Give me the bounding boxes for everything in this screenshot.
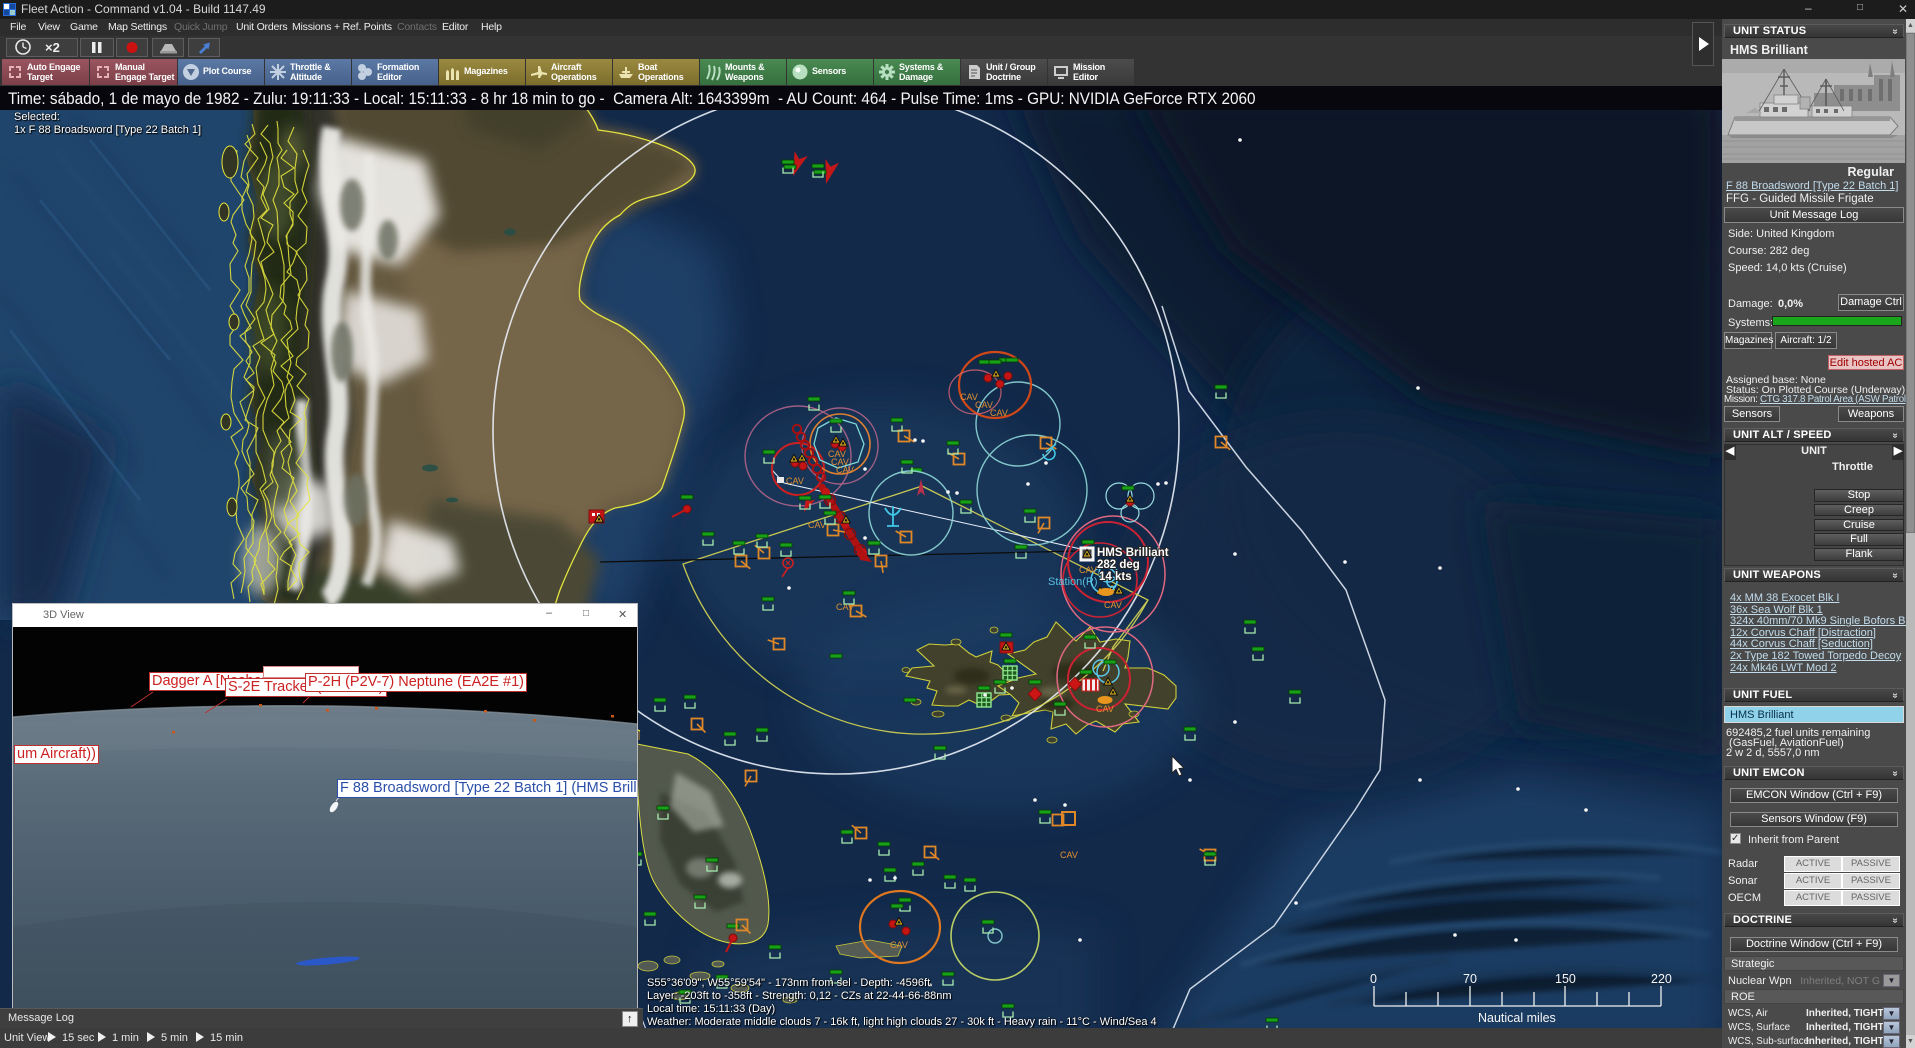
svg-text:CAV: CAV: [1096, 704, 1114, 714]
svg-text:CAV: CAV: [1104, 600, 1122, 610]
svg-text:CAV: CAV: [808, 520, 826, 530]
svg-text:220: 220: [1651, 972, 1672, 986]
svg-text:CAV: CAV: [836, 465, 854, 475]
svg-text:CAV: CAV: [786, 476, 804, 486]
svg-text:14 kts: 14 kts: [1099, 571, 1132, 583]
svg-text:150: 150: [1555, 972, 1576, 986]
svg-text:0: 0: [1370, 972, 1377, 986]
svg-text:70: 70: [1463, 972, 1477, 986]
svg-text:×2: ×2: [45, 40, 60, 55]
svg-text:CAV: CAV: [990, 408, 1008, 418]
svg-text:282 deg: 282 deg: [1097, 559, 1140, 571]
svg-text:CAV: CAV: [890, 940, 908, 950]
svg-text:CAV: CAV: [1079, 565, 1097, 575]
svg-text:HMS Brilliant: HMS Brilliant: [1097, 547, 1169, 559]
svg-text:Nautical miles: Nautical miles: [1478, 1011, 1556, 1025]
svg-text:CAV: CAV: [1060, 850, 1078, 860]
svg-text:Station(R): Station(R): [1048, 576, 1098, 588]
